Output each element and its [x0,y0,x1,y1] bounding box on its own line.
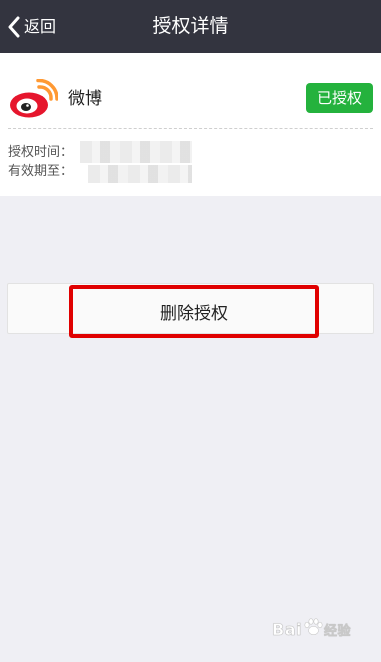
app-name: 微博 [68,89,102,109]
blurred-valid-until-value [88,165,192,183]
navigation-bar: 返回 授权详情 [0,0,381,53]
valid-until-label: 有效期至： [8,164,74,179]
authorized-time-label: 授权时间： [8,145,74,160]
dashed-divider [8,128,373,129]
authorized-status-badge: 已授权 [306,83,373,113]
delete-authorization-button[interactable]: 删除授权 [69,285,319,338]
blurred-authorized-time-value [80,141,192,163]
watermark-brand-text: Bai [272,619,302,639]
baidu-jingyan-watermark: Bai 经验 [272,618,351,640]
delete-authorization-label: 删除授权 [160,304,228,324]
watermark-suffix-text: 经验 [323,623,351,639]
authorization-card: 微博 已授权 授权时间： 有效期至： [0,53,381,196]
weibo-logo-icon [8,78,59,119]
page-title: 授权详情 [152,15,229,37]
paw-icon [303,618,323,640]
